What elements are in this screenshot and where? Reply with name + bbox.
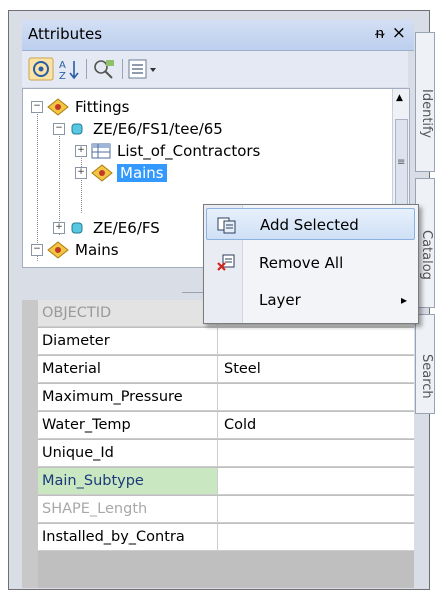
menu-item-label: Layer <box>259 291 301 309</box>
window-title: Attributes <box>28 25 103 43</box>
feature-point-icon <box>71 222 83 234</box>
tree-node-label: Mains <box>75 241 119 259</box>
pin-icon[interactable]: ᵰ <box>376 24 384 42</box>
field-value[interactable] <box>218 384 414 411</box>
tab-catalog-label: Catalog <box>419 230 434 280</box>
svg-text:A: A <box>59 60 66 71</box>
tab-search-label: Search <box>419 353 434 399</box>
toolbar-separator <box>122 59 123 79</box>
grid-row[interactable]: Diameter <box>38 328 414 356</box>
tree-node-label: ZE/E6/FS1/tee/65 <box>93 120 223 138</box>
field-value <box>218 496 414 523</box>
tree-node-mains[interactable]: − Mains <box>31 239 119 261</box>
feature-layer-icon <box>91 164 113 182</box>
feature-layer-icon <box>47 98 69 116</box>
field-value[interactable] <box>218 440 414 467</box>
grid-row[interactable]: SHAPE_Length <box>38 496 414 524</box>
menu-item-label: Remove All <box>259 254 344 272</box>
table-icon <box>91 143 111 159</box>
select-features-icon[interactable] <box>92 57 116 81</box>
grid-row[interactable]: Maximum_Pressure <box>38 384 414 412</box>
feature-point-icon <box>71 123 83 135</box>
list-by-source-icon[interactable] <box>28 57 54 81</box>
expand-toggle[interactable]: + <box>75 145 87 157</box>
menu-item-label: Add Selected <box>260 216 359 234</box>
tree-node-label: Mains <box>117 164 167 182</box>
field-name: Water_Temp <box>38 412 218 439</box>
sort-ascending-icon[interactable]: A Z <box>58 57 80 81</box>
grid-row[interactable]: Main_Subtype <box>38 468 414 496</box>
field-name: Unique_Id <box>38 440 218 467</box>
toolbar-separator <box>86 59 87 79</box>
field-name: Maximum_Pressure <box>38 384 218 411</box>
collapse-toggle[interactable]: − <box>31 244 43 256</box>
grid-row[interactable]: Water_Temp Cold <box>38 412 414 440</box>
grid-row[interactable]: Unique_Id <box>38 440 414 468</box>
field-value[interactable]: Steel <box>218 356 414 383</box>
expand-toggle[interactable]: + <box>75 167 87 179</box>
collapse-toggle[interactable]: − <box>31 101 43 113</box>
window-titlebar: Attributes ᵰ × <box>22 20 414 51</box>
field-name: SHAPE_Length <box>38 496 218 523</box>
tree-node-feature[interactable]: + ZE/E6/FS <box>53 217 160 239</box>
tree-node-mains-selected[interactable]: + Mains <box>75 162 167 184</box>
remove-all-icon <box>217 254 235 271</box>
tree-node-label: Fittings <box>75 98 130 116</box>
toolbar: A Z <box>22 51 408 87</box>
menu-item-remove-all[interactable]: Remove All <box>206 247 415 279</box>
tree-node-label: List_of_Contractors <box>117 142 261 160</box>
field-name: Installed_by_Contra <box>38 524 218 551</box>
svg-text:Z: Z <box>59 71 66 81</box>
expand-toggle[interactable]: + <box>53 222 65 234</box>
add-selected-icon <box>217 217 236 234</box>
tab-identify-label: Identify <box>419 89 434 139</box>
feature-layer-icon <box>47 241 69 259</box>
tree-node-related-table[interactable]: + List_of_Contractors <box>75 140 260 162</box>
field-name: OBJECTID <box>38 300 218 327</box>
tab-identify[interactable]: Identify <box>415 32 435 172</box>
tree-node-label: ZE/E6/FS <box>93 219 160 237</box>
collapse-toggle[interactable]: − <box>53 123 65 135</box>
field-value[interactable] <box>218 468 414 495</box>
menu-item-layer[interactable]: Layer ▸ <box>206 284 415 316</box>
field-name: Diameter <box>38 328 218 355</box>
options-menu-icon[interactable] <box>128 57 158 81</box>
tree-node-feature[interactable]: − ZE/E6/FS1/tee/65 <box>53 118 223 140</box>
attribute-grid: OBJECTID Diameter Material Steel Maximum… <box>22 300 414 588</box>
field-value[interactable] <box>218 328 414 355</box>
grid-row[interactable]: Installed_by_Contra <box>38 524 414 552</box>
scroll-up-icon[interactable]: ▲ <box>396 93 403 103</box>
field-name: Material <box>38 356 218 383</box>
grid-gutter <box>22 300 38 588</box>
field-name: Main_Subtype <box>38 468 218 495</box>
scroll-grip-icon: ≡ <box>397 157 406 168</box>
context-menu: Add Selected Remove All Layer ▸ <box>203 204 419 324</box>
submenu-arrow-icon: ▸ <box>400 293 407 307</box>
close-icon[interactable]: × <box>392 23 406 43</box>
field-value[interactable]: Cold <box>218 412 414 439</box>
tree-node-fittings[interactable]: − Fittings <box>31 96 129 118</box>
grid-row[interactable]: Material Steel <box>38 356 414 384</box>
menu-item-add-selected[interactable]: Add Selected <box>206 208 415 240</box>
tab-search[interactable]: Search <box>415 314 435 414</box>
field-value[interactable] <box>218 524 414 551</box>
